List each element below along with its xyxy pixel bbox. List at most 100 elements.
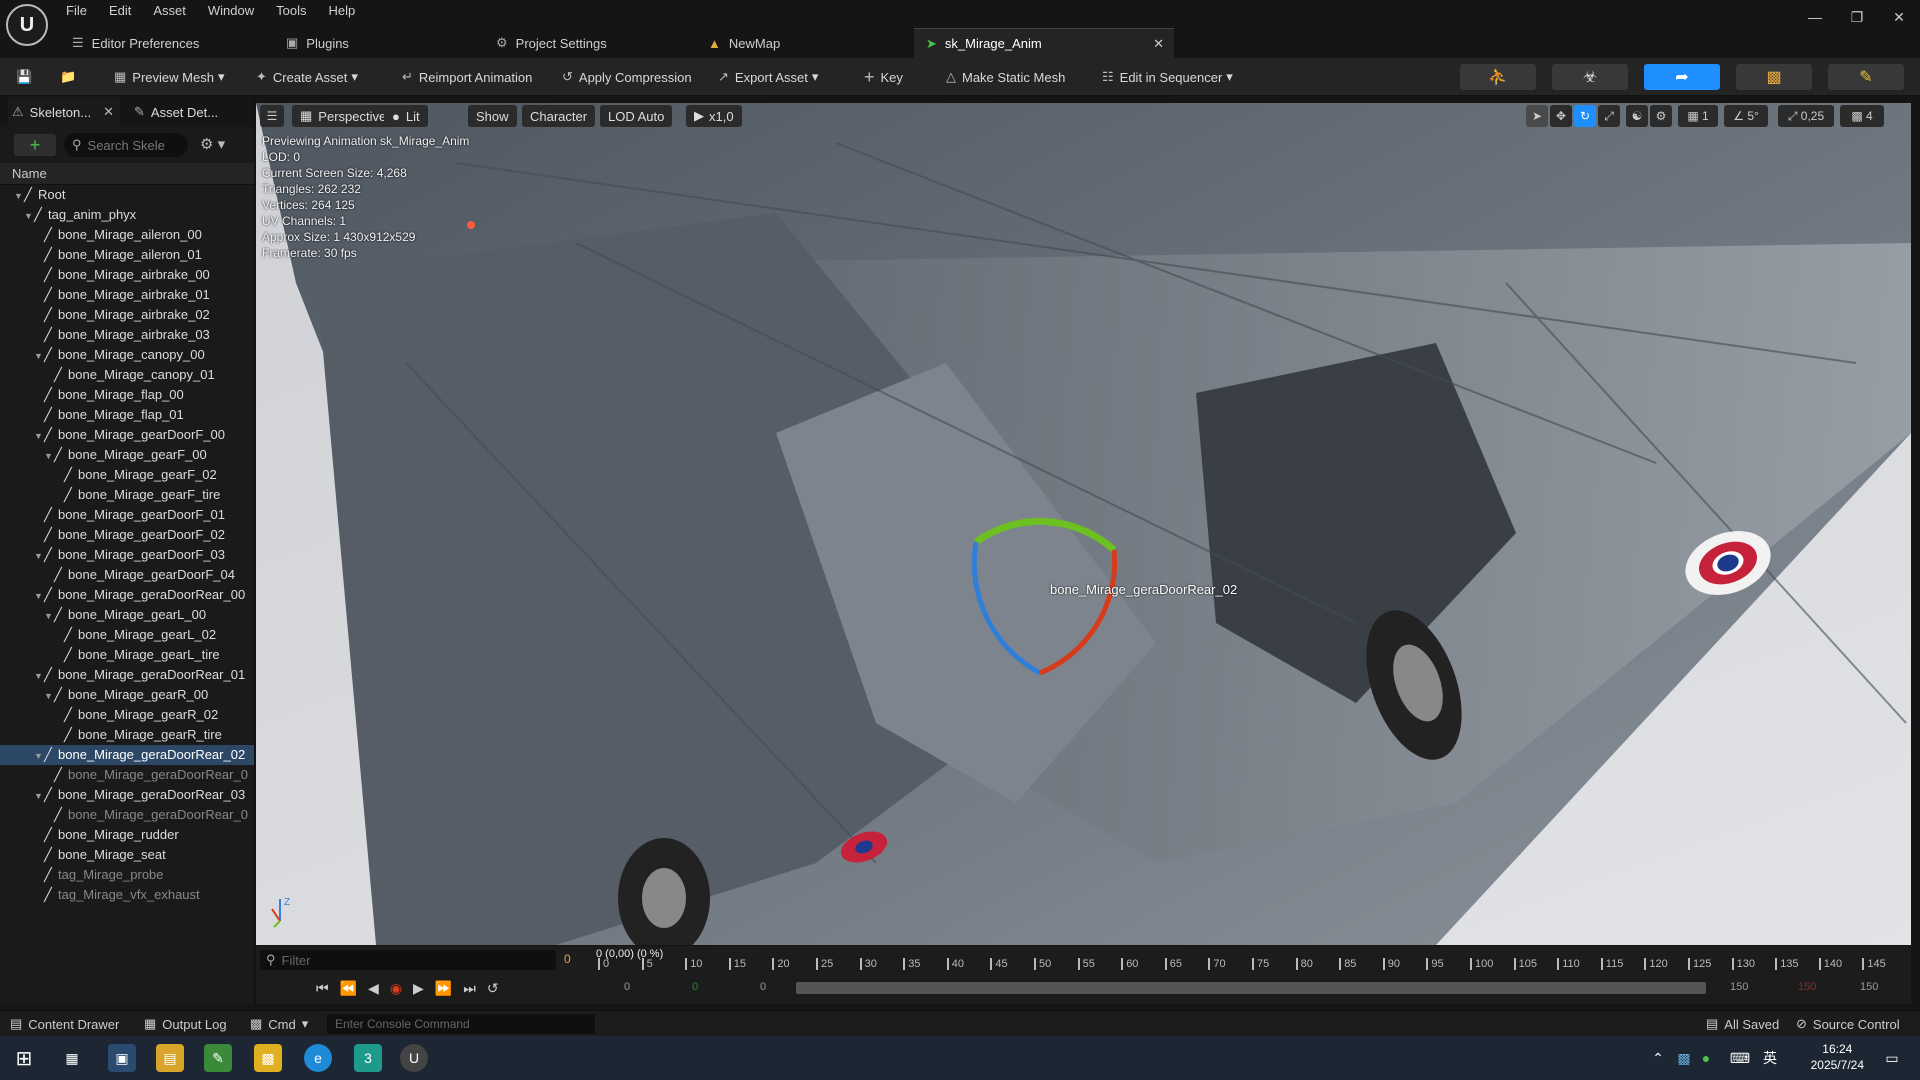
tab-sk-mirage-anim[interactable]: ➤ sk_Mirage_Anim ✕ [914, 28, 1174, 58]
save-icon[interactable]: 💾 [16, 65, 38, 89]
playback-speed-button[interactable]: ▶ x1,0 [686, 105, 742, 127]
edit-in-sequencer-button[interactable]: ☷ Edit in Sequencer ▾ [1102, 65, 1233, 89]
expand-arrow-icon[interactable]: ▼ [34, 586, 44, 606]
tab-newmap[interactable]: ▲ NewMap [708, 28, 780, 58]
tree-node[interactable]: ▼╱ Root [0, 185, 254, 205]
expand-arrow-icon[interactable]: ▼ [34, 426, 44, 446]
timeline-ruler[interactable]: 0 (0,00) (0 %) 0 5 10 15 20 25 30 35 40 45 50 55 60 6… [594, 948, 1906, 974]
tree-node[interactable]: ╱ bone_Mirage_geraDoorRear_0 [0, 805, 254, 825]
windows-start-icon[interactable]: ⊞ [10, 1044, 38, 1072]
scale-snap-toggle[interactable]: ⤢ 0,25 [1778, 105, 1834, 127]
view-range-start[interactable]: 0 [760, 981, 766, 993]
tree-node[interactable]: ▼╱ bone_Mirage_geraDoorRear_00 [0, 585, 254, 605]
animation-mode-button[interactable]: ➦ [1644, 64, 1720, 90]
tree-node[interactable]: ╱ bone_Mirage_gearDoorF_04 [0, 565, 254, 585]
task-view-icon[interactable]: ▦ [58, 1044, 86, 1072]
tree-node[interactable]: ▼╱ bone_Mirage_geraDoorRear_01 [0, 665, 254, 685]
make-static-mesh-button[interactable]: △ Make Static Mesh [946, 65, 1065, 89]
select-icon[interactable]: ➤ [1526, 105, 1548, 127]
output-log-button[interactable]: ▦ Output Log [144, 1016, 227, 1032]
physics-mode-button[interactable]: ✎ [1828, 64, 1904, 90]
search-input[interactable]: ⚲ Search Skele [64, 133, 188, 157]
expand-arrow-icon[interactable]: ▼ [14, 186, 24, 206]
menu-tools[interactable]: Tools [276, 3, 306, 18]
tab-editor-preferences[interactable]: ☰ Editor Preferences [72, 28, 199, 58]
scale-icon[interactable]: ⤢ [1598, 105, 1620, 127]
unreal-engine-taskbar-icon[interactable]: U [400, 1044, 428, 1072]
skip-to-start-icon[interactable]: ⏮ [316, 980, 329, 997]
tree-node[interactable]: ╱ bone_Mirage_airbrake_01 [0, 285, 254, 305]
export-asset-button[interactable]: ↗ Export Asset ▾ [718, 65, 818, 89]
key-button[interactable]: + Key [864, 65, 903, 89]
skip-to-end-icon[interactable]: ⏭ [463, 980, 476, 997]
camera-speed-button[interactable]: ▩ 4 [1840, 105, 1884, 127]
tree-node[interactable]: ▼╱ bone_Mirage_geraDoorRear_02 [0, 745, 254, 765]
perspective-button[interactable]: ▦ Perspective [292, 105, 395, 127]
tree-node[interactable]: ▼╱ bone_Mirage_gearDoorF_03 [0, 545, 254, 565]
preview-viewport[interactable]: ☰ ▦ Perspective ● Lit Show Character LOD… [256, 103, 1911, 945]
source-control-button[interactable]: ⊘ Source Control [1796, 1016, 1900, 1032]
taskbar-clock[interactable]: 16:24 2025/7/24 [1811, 1041, 1864, 1073]
menu-file[interactable]: File [66, 3, 87, 18]
local-space-icon[interactable]: ☯ [1626, 105, 1648, 127]
add-socket-button[interactable]: + [14, 134, 56, 156]
expand-arrow-icon[interactable]: ▼ [44, 606, 54, 626]
tree-node[interactable]: ╱ bone_Mirage_gearL_tire [0, 645, 254, 665]
notification-icon[interactable]: ▭ [1878, 1044, 1906, 1072]
menu-window[interactable]: Window [208, 3, 254, 18]
tree-node[interactable]: ╱ tag_Mirage_vfx_exhaust [0, 885, 254, 905]
edge-browser-icon[interactable]: e [304, 1044, 332, 1072]
close-tab-icon[interactable]: ✕ [103, 104, 114, 120]
play-range-end[interactable]: 150 [1798, 981, 1816, 993]
tray-app-icon[interactable]: ▩ [1674, 1044, 1694, 1072]
expand-arrow-icon[interactable]: ▼ [24, 206, 34, 226]
tree-node[interactable]: ╱ bone_Mirage_aileron_00 [0, 225, 254, 245]
keyboard-icon[interactable]: ⌨ [1730, 1044, 1750, 1072]
filter-input[interactable]: ⚲ Filter [260, 950, 556, 970]
tree-node[interactable]: ╱ bone_Mirage_gearF_02 [0, 465, 254, 485]
apply-compression-button[interactable]: ↺ Apply Compression [562, 65, 692, 89]
mesh-mode-button[interactable]: ☣ [1552, 64, 1628, 90]
browse-icon[interactable]: 📁 [60, 65, 82, 89]
hamburger-menu-icon[interactable]: ☰ [260, 105, 284, 127]
tree-node[interactable]: ╱ bone_Mirage_gearR_02 [0, 705, 254, 725]
file-explorer-icon[interactable]: ▤ [156, 1044, 184, 1072]
close-tab-icon[interactable]: ✕ [1153, 36, 1164, 52]
tab-project-settings[interactable]: ⚙ Project Settings [496, 28, 607, 58]
tab-plugins[interactable]: ▣ Plugins [286, 28, 349, 58]
range-end[interactable]: 150 [1860, 981, 1878, 993]
tree-node[interactable]: ╱ bone_Mirage_airbrake_02 [0, 305, 254, 325]
play-range-start[interactable]: 0 [692, 981, 698, 993]
tree-node[interactable]: ▼╱ bone_Mirage_gearF_00 [0, 445, 254, 465]
tree-node[interactable]: ╱ bone_Mirage_geraDoorRear_0 [0, 765, 254, 785]
expand-arrow-icon[interactable]: ▼ [34, 746, 44, 766]
loop-icon[interactable]: ↺ [487, 980, 499, 997]
tree-node[interactable]: ╱ bone_Mirage_aileron_01 [0, 245, 254, 265]
tree-node[interactable]: ╱ bone_Mirage_gearDoorF_02 [0, 525, 254, 545]
show-button[interactable]: Show [468, 105, 517, 127]
view-range-end[interactable]: 150 [1730, 981, 1748, 993]
tree-node[interactable]: ╱ bone_Mirage_gearL_02 [0, 625, 254, 645]
name-column-header[interactable]: Name [0, 163, 254, 185]
tree-node[interactable]: ╱ bone_Mirage_gearDoorF_01 [0, 505, 254, 525]
surface-snap-icon[interactable]: ⚙ [1650, 105, 1672, 127]
wechat-icon[interactable]: ● [1696, 1044, 1716, 1072]
content-drawer-button[interactable]: ▤ Content Drawer [10, 1016, 119, 1032]
step-back-icon[interactable]: ⏪ [340, 980, 357, 997]
3d-app-icon[interactable]: 3 [354, 1044, 382, 1072]
tree-node[interactable]: ▼╱ bone_Mirage_gearDoorF_00 [0, 425, 254, 445]
sticky-notes-icon[interactable]: ▩ [254, 1044, 282, 1072]
skeleton-mode-button[interactable]: ⛹ [1460, 64, 1536, 90]
tray-chevron-icon[interactable]: ⌃ [1650, 1044, 1666, 1072]
tree-node[interactable]: ▼╱ bone_Mirage_gearR_00 [0, 685, 254, 705]
translate-icon[interactable]: ✥ [1550, 105, 1572, 127]
tree-node[interactable]: ▼╱ bone_Mirage_canopy_00 [0, 345, 254, 365]
expand-arrow-icon[interactable]: ▼ [44, 446, 54, 466]
blueprint-mode-button[interactable]: ▩ [1736, 64, 1812, 90]
preview-mesh-button[interactable]: ▦ Preview Mesh ▾ [114, 65, 224, 89]
expand-arrow-icon[interactable]: ▼ [34, 666, 44, 686]
unreal-logo-icon[interactable]: U [6, 4, 48, 46]
timeline-scrollbar[interactable] [796, 982, 1706, 994]
menu-asset[interactable]: Asset [153, 3, 186, 18]
tree-node[interactable]: ╱ bone_Mirage_gearF_tire [0, 485, 254, 505]
